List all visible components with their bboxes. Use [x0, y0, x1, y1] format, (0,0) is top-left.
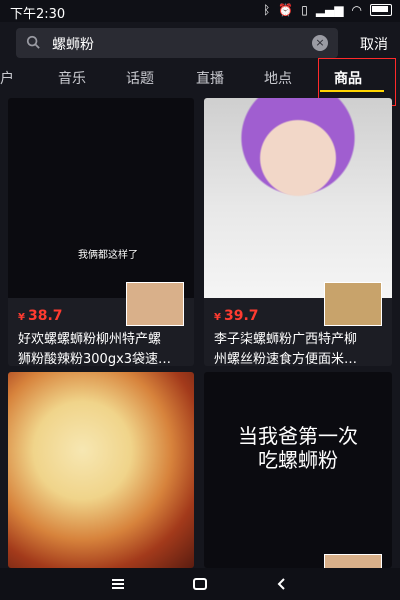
video-subtitle: 我俩都这样了	[78, 250, 138, 261]
tab-topic[interactable]: 话题	[126, 68, 154, 88]
back-icon[interactable]	[274, 576, 290, 592]
product-grid: 我俩都这样了 ¥38.7 好欢螺螺蛳粉柳州特产螺 狮粉酸辣粉300gx3袋速… …	[0, 98, 400, 568]
status-time: 下午2:30	[10, 7, 66, 22]
battery-icon	[370, 4, 392, 16]
product-card[interactable]	[8, 372, 194, 568]
product-title-line1: 好欢螺螺蛳粉柳州特产螺	[18, 332, 162, 347]
price-value: 39.7	[223, 308, 259, 324]
search-query: 螺蛳粉	[52, 37, 94, 53]
product-image	[126, 282, 184, 326]
menu-icon[interactable]	[110, 576, 126, 592]
wifi-icon: ◠	[351, 3, 362, 17]
product-price: ¥38.7	[18, 308, 63, 324]
product-card[interactable]: 我俩都这样了 ¥38.7 好欢螺螺蛳粉柳州特产螺 狮粉酸辣粉300gx3袋速…	[8, 98, 194, 366]
video-overlay-text: 当我爸第一次 吃螺蛳粉	[204, 424, 392, 472]
cancel-button[interactable]: 取消	[360, 34, 388, 54]
tab-location[interactable]: 地点	[264, 68, 292, 88]
tab-music[interactable]: 音乐	[58, 68, 86, 88]
clear-search-button[interactable]: ×	[312, 35, 328, 51]
product-price: ¥39.7	[214, 308, 259, 324]
product-title: 李子柒螺蛳粉广西特产柳 州螺丝粉速食方便面米…	[214, 330, 384, 366]
product-title-line2: 狮粉酸辣粉300gx3袋速…	[18, 352, 172, 366]
search-icon	[26, 35, 40, 49]
currency-symbol: ¥	[18, 312, 25, 323]
product-title-line1: 李子柒螺蛳粉广西特产柳	[214, 332, 358, 347]
product-card[interactable]: ¥39.7 李子柒螺蛳粉广西特产柳 州螺丝粉速食方便面米…	[204, 98, 392, 366]
system-nav-bar	[0, 568, 400, 600]
overlay-line1: 当我爸第一次	[238, 424, 358, 448]
status-icons: ᛒ ⏰ ▯ ▂▄▆ ◠	[263, 3, 392, 17]
product-title: 好欢螺螺蛳粉柳州特产螺 狮粉酸辣粉300gx3袋速…	[18, 330, 188, 366]
noodles-image	[8, 372, 194, 568]
price-value: 38.7	[27, 308, 63, 324]
search-input[interactable]: 螺蛳粉 ×	[16, 28, 338, 58]
alarm-icon: ⏰	[278, 3, 294, 17]
status-bar: 下午2:30 ᛒ ⏰ ▯ ▂▄▆ ◠	[0, 0, 400, 22]
tab-user[interactable]: 户	[0, 68, 14, 88]
home-icon[interactable]	[192, 576, 208, 592]
product-card[interactable]: 当我爸第一次 吃螺蛳粉	[204, 372, 392, 568]
signal-icon: ▂▄▆	[315, 3, 344, 17]
product-image	[324, 554, 382, 568]
overlay-line2: 吃螺蛳粉	[258, 448, 338, 472]
video-thumbnail	[8, 98, 194, 298]
video-thumbnail	[204, 98, 392, 298]
product-image	[324, 282, 382, 326]
tab-live[interactable]: 直播	[196, 68, 224, 88]
vibrate-icon: ▯	[301, 3, 308, 17]
product-title-line2: 州螺丝粉速食方便面米…	[214, 352, 358, 366]
bluetooth-icon: ᛒ	[263, 3, 271, 17]
currency-symbol: ¥	[214, 312, 221, 323]
